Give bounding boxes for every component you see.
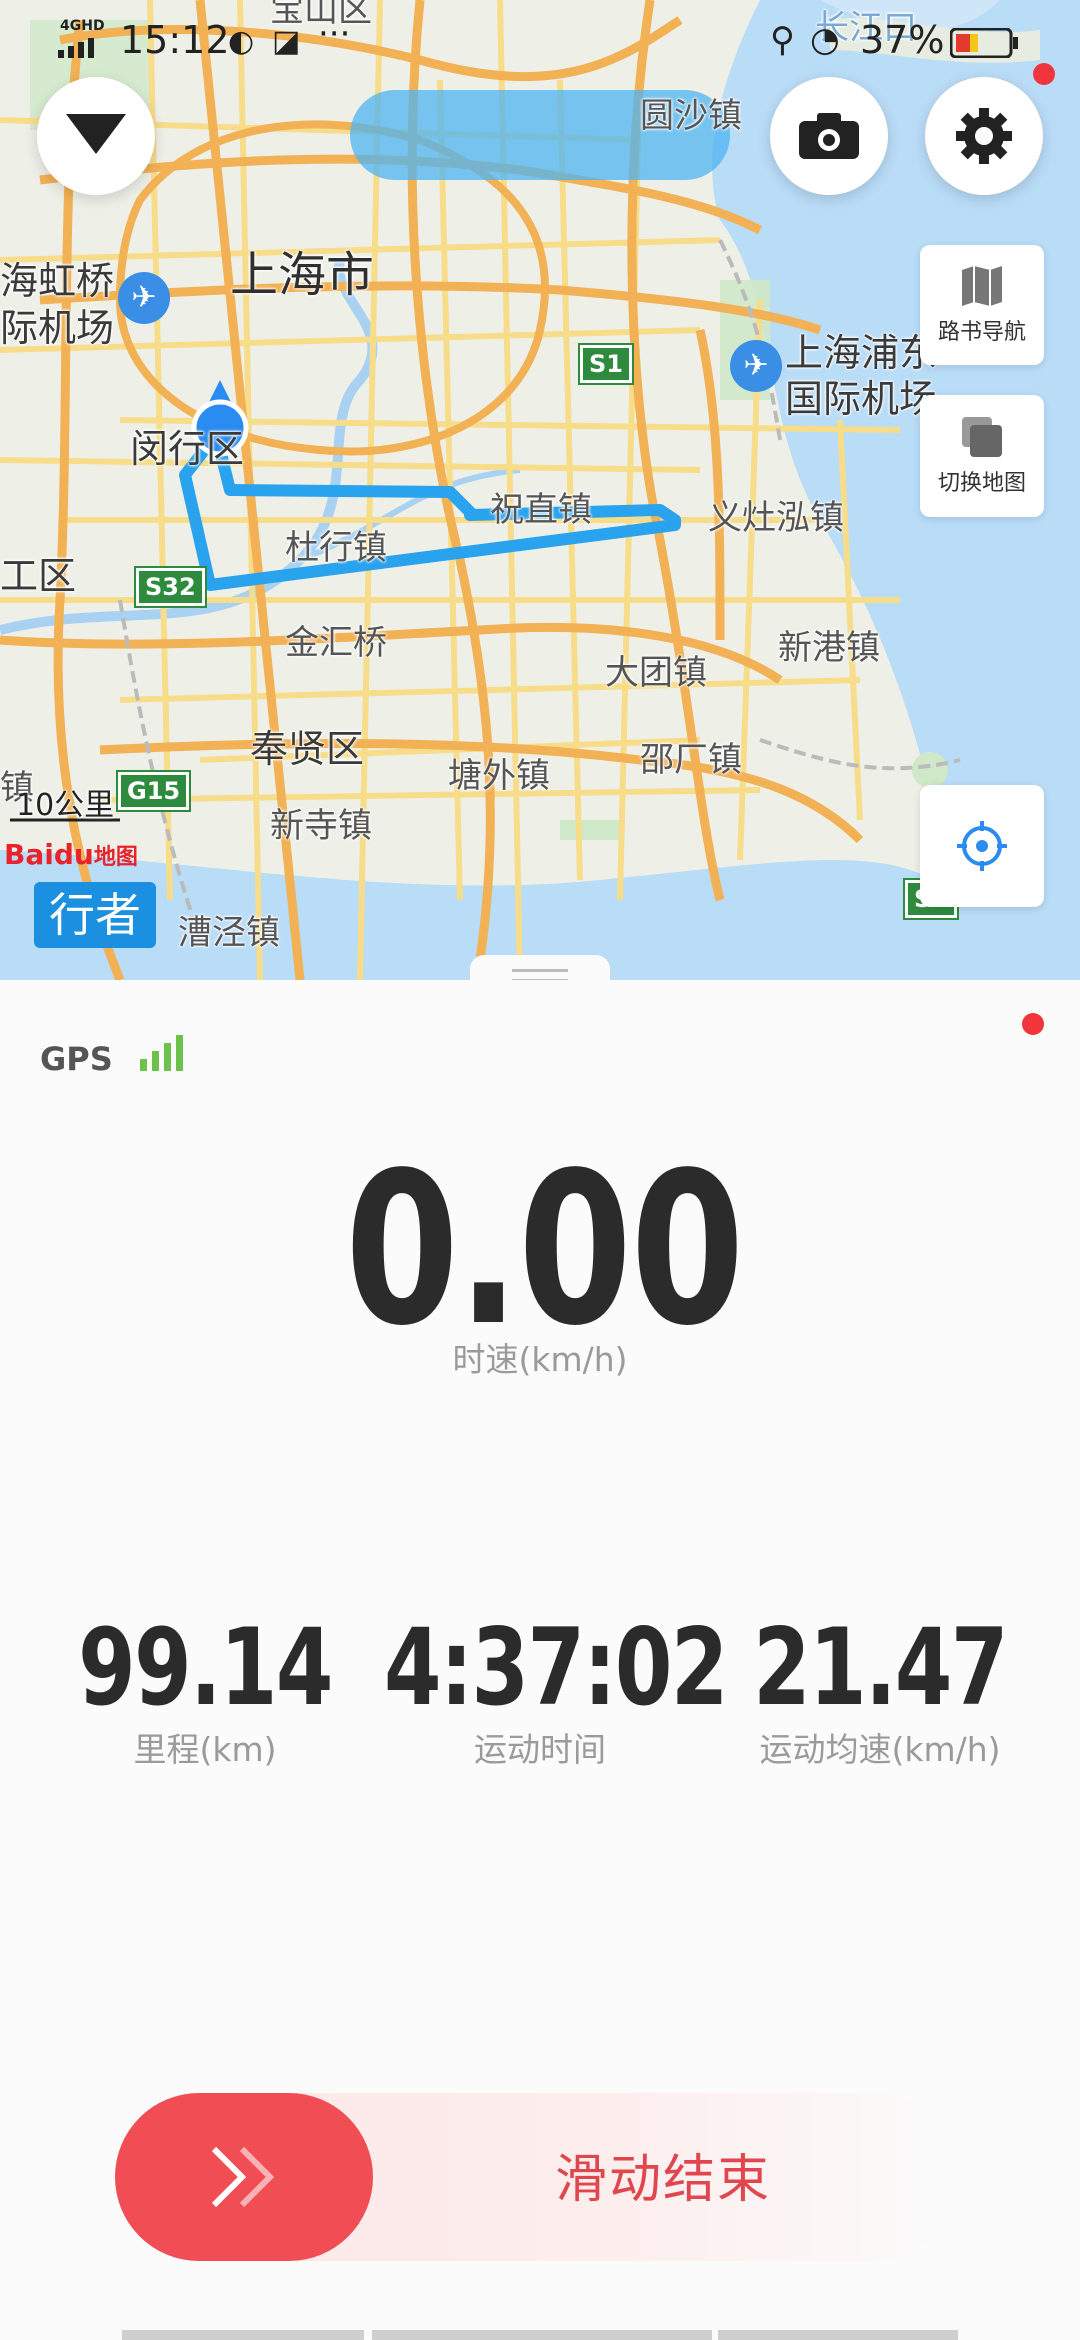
network-type: 4GHD — [60, 18, 105, 34]
gear-icon — [956, 108, 1012, 164]
crosshair-icon — [957, 821, 1007, 871]
map-label: 工区 — [0, 554, 77, 598]
signal-icon — [58, 38, 94, 58]
map-label: 上海市 — [230, 247, 375, 303]
map-label: 杜行镇 — [285, 528, 387, 568]
avg-speed-caption: 运动均速(km/h) — [759, 1730, 1001, 1769]
map-label: 邵厂镇 — [640, 740, 742, 780]
camera-icon — [799, 113, 859, 159]
map-label: 大团镇 — [605, 653, 707, 693]
highway-shield: S1 — [578, 343, 634, 385]
wechat-icon: ◐ — [228, 24, 255, 59]
roadbook-nav-label: 路书导航 — [937, 320, 1026, 345]
highway-shield: G15 — [115, 770, 192, 812]
slide-to-finish[interactable]: 滑动结束 — [115, 2093, 955, 2261]
send-icon: ◪ — [272, 24, 301, 59]
avg-speed-value: 21.47 — [753, 1606, 1008, 1729]
collapse-button[interactable] — [37, 77, 155, 195]
double-chevron-right-icon — [211, 2146, 275, 2208]
slider-knob[interactable] — [115, 2093, 373, 2261]
clock: 15:12 — [120, 18, 230, 62]
xingzhe-logo: 行者 — [34, 882, 156, 948]
map-label: 义灶泓镇 — [708, 498, 844, 538]
map-label: 际机场 — [0, 306, 115, 350]
alarm-icon: ◔ — [810, 20, 840, 60]
layers-icon — [962, 417, 1002, 457]
settings-button[interactable] — [925, 77, 1043, 195]
locate-button[interactable] — [920, 785, 1044, 907]
duration-value: 4:37:02 — [384, 1606, 728, 1729]
more-icon: ··· — [318, 14, 351, 54]
map-label: 塘外镇 — [448, 756, 550, 796]
map-label: 奉贤区 — [250, 727, 365, 771]
map-book-icon — [962, 266, 1002, 306]
nav-bar-segment — [372, 2330, 712, 2340]
baidu-logo: Baidu地图 — [4, 838, 138, 871]
distance-caption: 里程(km) — [133, 1730, 277, 1769]
speed-value: 0.00 — [345, 1127, 744, 1372]
airport-icon: ✈ — [118, 272, 170, 324]
map-label: 金汇桥 — [285, 623, 387, 663]
slider-label: 滑动结束 — [555, 2150, 772, 2210]
switch-map-button[interactable]: 切换地图 — [920, 395, 1044, 517]
battery-percent: 37% — [860, 18, 945, 62]
recording-dot — [1022, 1013, 1044, 1035]
camera-button[interactable] — [770, 77, 888, 195]
location-icon: ⚲ — [770, 20, 795, 60]
status-bar: 4GHD 15:12 ◐ ◪ ··· ⚲ ◔ 37% — [0, 0, 1080, 80]
gps-label: GPS — [40, 1040, 113, 1078]
triangle-down-icon — [66, 114, 126, 154]
roadbook-nav-button[interactable]: 路书导航 — [920, 245, 1044, 365]
switch-map-label: 切换地图 — [937, 471, 1026, 496]
nav-bar-segment — [718, 2330, 958, 2340]
map-view[interactable]: 宝山区 长江口 圆沙镇 上海市 海虹桥 际机场 上海浦东 国际机场 闵行区 祝直… — [0, 0, 1080, 980]
highway-shield: S32 — [134, 566, 207, 608]
map-label: 新寺镇 — [270, 806, 372, 846]
nav-bar-segment — [122, 2330, 364, 2340]
map-label: 新港镇 — [778, 628, 880, 668]
duration-caption: 运动时间 — [474, 1730, 606, 1769]
speed-caption: 时速(km/h) — [452, 1340, 628, 1379]
distance-value: 99.14 — [78, 1606, 333, 1729]
map-label: 国际机场 — [785, 377, 938, 421]
notification-dot — [1033, 63, 1055, 85]
map-label: 祝直镇 — [490, 490, 592, 530]
map-label: 闵行区 — [130, 427, 245, 471]
map-label: 漕泾镇 — [178, 913, 280, 953]
airport-icon: ✈ — [730, 340, 782, 392]
map-scale-label: 10公里 — [16, 788, 115, 823]
battery-icon — [950, 28, 1018, 58]
gps-signal-icon — [140, 1035, 183, 1071]
map-label: 圆沙镇 — [640, 96, 742, 136]
